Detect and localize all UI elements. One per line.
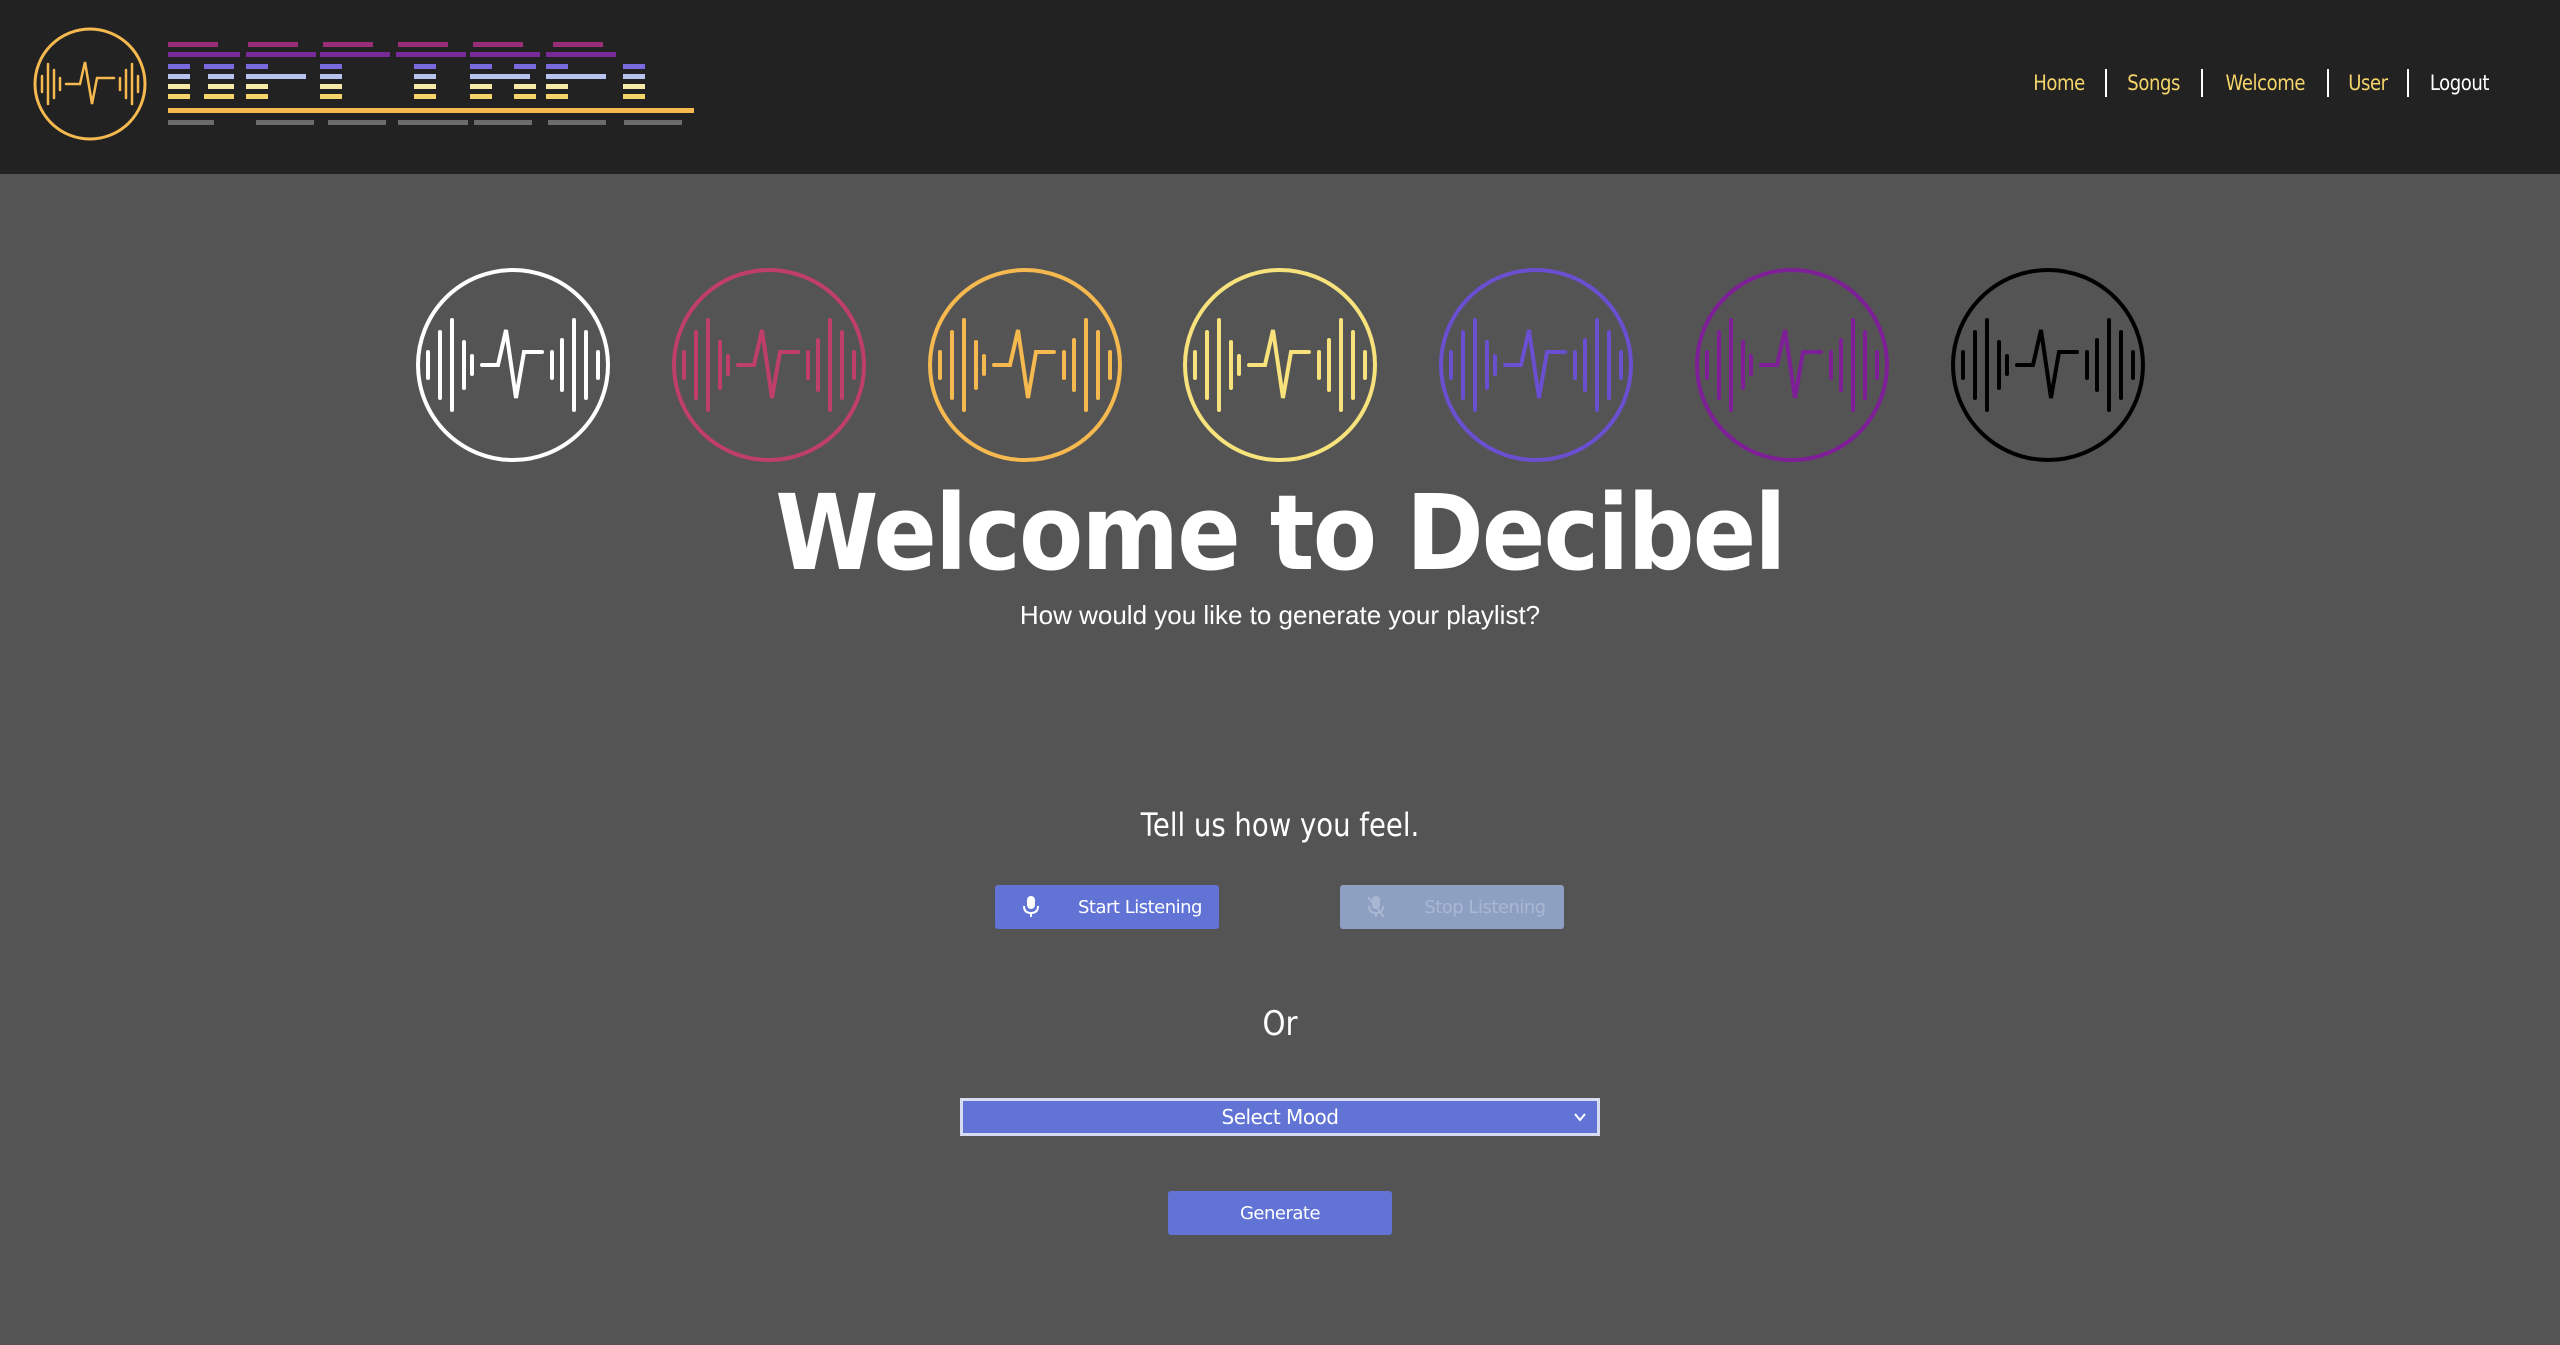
main-nav: Home Songs Welcome User Logout: [2029, 66, 2494, 100]
sound-wave-emblem-icon: [416, 268, 610, 462]
start-listening-label: Start Listening: [1078, 896, 1202, 918]
nav-logout-link[interactable]: Logout: [2430, 71, 2490, 95]
mood-emblem-row: [0, 266, 2560, 464]
stop-listening-label: Stop Listening: [1424, 896, 1546, 918]
chevron-down-icon: [1574, 1113, 1586, 1122]
nav-user-link[interactable]: User: [2348, 71, 2388, 95]
generate-label: Generate: [1239, 1202, 1321, 1224]
generate-button[interactable]: Generate: [1168, 1191, 1392, 1235]
start-listening-button[interactable]: Start Listening: [995, 885, 1219, 929]
stop-listening-button[interactable]: Stop Listening: [1340, 885, 1564, 929]
mood-select-dropdown[interactable]: Select Mood: [960, 1098, 1600, 1136]
sound-wave-emblem-icon: [1951, 268, 2145, 462]
nav-home-link[interactable]: Home: [2034, 71, 2086, 95]
nav-songs-link[interactable]: Songs: [2128, 71, 2181, 95]
nav-divider: [2407, 69, 2410, 97]
mood-select-value: Select Mood: [1221, 1105, 1339, 1129]
sound-wave-emblem-icon: [1695, 268, 1889, 462]
sound-wave-emblem-icon: [1183, 268, 1377, 462]
feel-heading: Tell us how you feel.: [1140, 806, 1420, 844]
nav-divider: [2200, 69, 2203, 97]
nav-divider: [2105, 69, 2108, 97]
nav-divider: [2327, 69, 2330, 97]
sound-wave-emblem-icon: [928, 268, 1122, 462]
logo-emblem-icon[interactable]: [32, 26, 148, 142]
sound-wave-emblem-icon: [1439, 268, 1633, 462]
nav-welcome-link[interactable]: Welcome: [2225, 71, 2305, 95]
or-divider-text: Or: [1262, 1004, 1298, 1044]
sound-wave-emblem-icon: [672, 268, 866, 462]
top-header: Home Songs Welcome User Logout: [0, 0, 2560, 174]
page-title: Welcome to Decibel: [775, 472, 1786, 594]
decibel-wordmark-logo[interactable]: [168, 40, 696, 132]
page-subtitle: How would you like to generate your play…: [1019, 600, 1541, 630]
